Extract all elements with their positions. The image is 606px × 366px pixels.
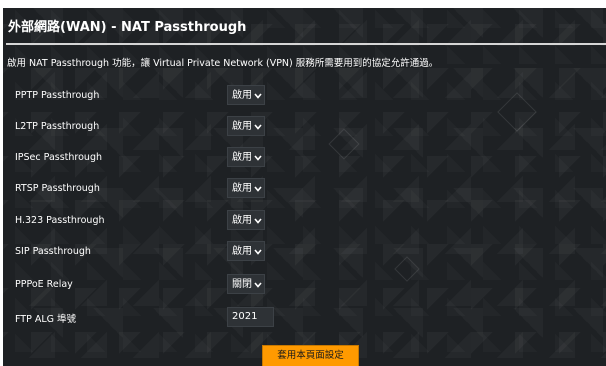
sip-passthrough-label: SIP Passthrough — [15, 246, 91, 257]
background-decoration — [497, 92, 537, 132]
pppoe-relay-label: PPPoE Relay — [15, 279, 73, 290]
select-value: 啟用 — [232, 246, 252, 257]
rtsp-passthrough-select[interactable]: 啟用 — [227, 178, 265, 198]
select-value: 關閉 — [232, 279, 252, 290]
background-decoration — [394, 256, 420, 282]
ipsec-passthrough-label: IPSec Passthrough — [15, 152, 102, 163]
h323-passthrough-select[interactable]: 啟用 — [227, 210, 265, 230]
page-title: 外部網路(WAN) - NAT Passthrough — [8, 20, 247, 35]
select-value: 啟用 — [232, 152, 252, 163]
pppoe-relay-select[interactable]: 關閉 — [227, 274, 265, 294]
l2tp-passthrough-select[interactable]: 啟用 — [227, 116, 265, 136]
chevron-down-icon — [254, 148, 262, 168]
sip-passthrough-select[interactable]: 啟用 — [227, 241, 265, 261]
chevron-down-icon — [254, 117, 262, 137]
ftp-alg-port-label: FTP ALG 埠號 — [15, 314, 77, 325]
select-value: 啟用 — [232, 215, 252, 226]
l2tp-passthrough-label: L2TP Passthrough — [15, 121, 100, 132]
background-decoration — [328, 128, 360, 160]
select-value: 啟用 — [232, 121, 252, 132]
apply-settings-button[interactable]: 套用本頁面設定 — [262, 345, 359, 366]
ipsec-passthrough-select[interactable]: 啟用 — [227, 147, 265, 167]
h323-passthrough-label: H.323 Passthrough — [15, 215, 105, 226]
pptp-passthrough-label: PPTP Passthrough — [15, 90, 100, 101]
chevron-down-icon — [254, 275, 262, 295]
title-divider — [6, 43, 606, 45]
select-value: 啟用 — [232, 183, 252, 194]
page-description: 啟用 NAT Passthrough 功能，讓 Virtual Private … — [7, 58, 439, 69]
settings-panel: 外部網路(WAN) - NAT Passthrough 啟用 NAT Passt… — [3, 8, 606, 366]
chevron-down-icon — [254, 242, 262, 262]
chevron-down-icon — [254, 86, 262, 106]
chevron-down-icon — [254, 179, 262, 199]
rtsp-passthrough-label: RTSP Passthrough — [15, 183, 100, 194]
chevron-down-icon — [254, 211, 262, 231]
pptp-passthrough-select[interactable]: 啟用 — [227, 85, 265, 105]
select-value: 啟用 — [232, 90, 252, 101]
ftp-alg-port-input[interactable]: 2021 — [227, 307, 274, 327]
